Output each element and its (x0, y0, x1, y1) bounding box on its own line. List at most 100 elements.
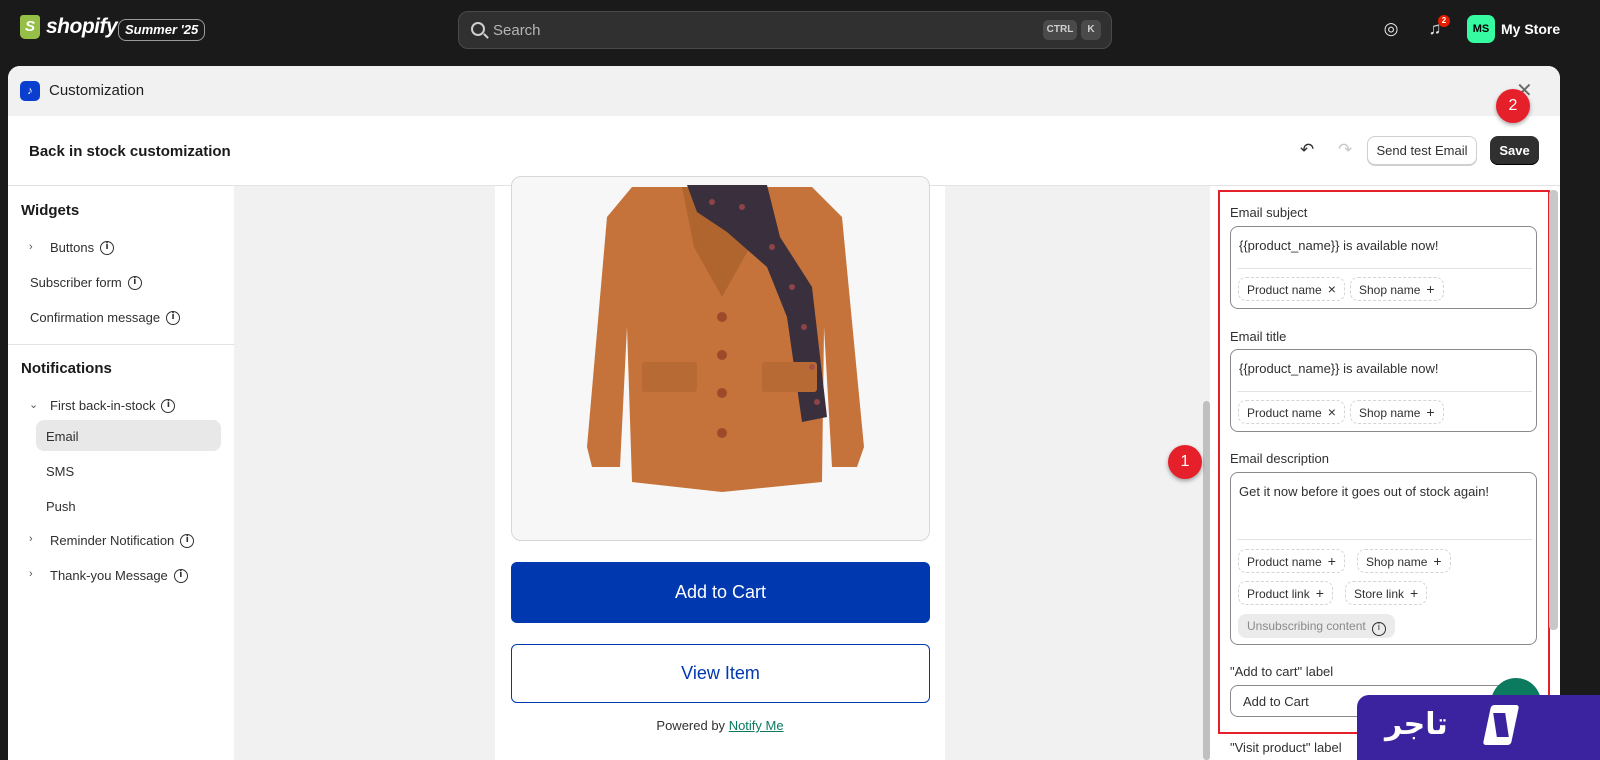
email-description-label: Email description (1230, 451, 1329, 466)
email-description-value: Get it now before it goes out of stock a… (1239, 484, 1490, 499)
sidebar-item-label: Subscriber form (30, 275, 122, 290)
chevron-right-icon: › (29, 533, 33, 545)
notify-me-link[interactable]: Notify Me (729, 718, 784, 733)
search-input[interactable]: Search CTRL K (458, 11, 1112, 49)
email-preview-card: Add to Cart View Item Powered by Notify … (495, 176, 945, 760)
chip-label: Product name (1247, 406, 1322, 420)
watermark-mark-icon (1482, 705, 1520, 745)
field-divider (1237, 391, 1532, 392)
view-item-button[interactable]: View Item (511, 644, 930, 703)
jacket-illustration (587, 185, 864, 492)
powered-by-label: Powered by (656, 718, 726, 733)
modal-title: Customization (49, 82, 145, 99)
plus-icon: + (1433, 553, 1442, 569)
sidebar-item-label: Push (46, 499, 76, 514)
powered-by-text: Powered by Notify Me (495, 718, 945, 733)
sidekick-icon[interactable]: ◎ (1379, 17, 1403, 41)
email-description-field[interactable]: Get it now before it goes out of stock a… (1230, 472, 1537, 645)
info-icon[interactable]: i (180, 533, 195, 548)
chip-label: Product name (1247, 283, 1322, 297)
sidebar-item-subscriber-form[interactable]: Subscriber form i (30, 275, 142, 290)
plus-icon: + (1426, 404, 1435, 420)
chip-product-name[interactable]: Product name × (1238, 277, 1345, 301)
sidebar-item-buttons[interactable]: Buttons i (50, 240, 115, 255)
store-name[interactable]: My Store (1501, 21, 1560, 37)
undo-icon[interactable]: ↶ (1300, 140, 1314, 160)
customization-sidebar: Widgets › Buttons i Subscriber form i Co… (8, 186, 234, 760)
chip-label: Unsubscribing content (1247, 619, 1366, 633)
sidebar-item-label: Email (46, 429, 79, 444)
panel-scrollbar[interactable] (1549, 190, 1558, 630)
info-icon[interactable]: i (127, 275, 142, 290)
sidebar-item-thank-you[interactable]: Thank-you Message i (50, 568, 188, 583)
info-icon[interactable]: i (1371, 622, 1386, 636)
add-to-cart-button[interactable]: Add to Cart (511, 562, 930, 623)
email-subject-field[interactable]: {{product_name}} is available now! Produ… (1230, 226, 1537, 309)
chip-shop-name[interactable]: Shop name + (1357, 549, 1451, 573)
email-preview-area: Add to Cart View Item Powered by Notify … (252, 176, 1178, 760)
preview-scrollbar[interactable] (1203, 401, 1210, 760)
redo-icon[interactable]: ↷ (1338, 140, 1352, 160)
edition-badge[interactable]: Summer '25 (118, 19, 206, 41)
plus-icon: + (1410, 585, 1419, 601)
shortcut-k: K (1081, 20, 1101, 40)
chevron-down-icon: ⌄ (29, 399, 39, 411)
chip-product-name[interactable]: Product name + (1238, 549, 1345, 573)
email-subject-value: {{product_name}} is available now! (1239, 238, 1439, 253)
chevron-right-icon: › (29, 241, 33, 253)
remove-icon[interactable]: × (1328, 281, 1336, 297)
watermark-text: تاجر (1385, 707, 1448, 742)
admin-topbar: shopify Summer '25 Search CTRL K ◎ ♫ 2 M… (0, 0, 1600, 58)
add-to-cart-label-heading: "Add to cart" label (1230, 664, 1334, 679)
sidebar-item-email[interactable]: Email (46, 429, 79, 444)
avatar[interactable]: MS (1467, 15, 1495, 43)
field-divider (1237, 268, 1532, 269)
email-title-value: {{product_name}} is available now! (1239, 361, 1439, 376)
info-icon[interactable]: i (100, 240, 115, 255)
sidebar-divider (8, 344, 234, 345)
email-subject-label: Email subject (1230, 205, 1308, 220)
chip-label: Shop name (1366, 555, 1428, 569)
chip-label: Product link (1247, 587, 1310, 601)
remove-icon[interactable]: × (1328, 404, 1336, 420)
email-title-field[interactable]: {{product_name}} is available now! Produ… (1230, 349, 1537, 432)
modal-header: ♪ Customization ✕ (8, 66, 1560, 116)
field-divider (1237, 539, 1532, 540)
sidebar-item-label: SMS (46, 464, 75, 479)
add-to-cart-label-value: Add to Cart (1243, 694, 1309, 709)
save-button[interactable]: Save (1490, 136, 1539, 165)
sidebar-item-label: First back-in-stock (50, 398, 156, 413)
app-icon: ♪ (20, 81, 40, 101)
email-title-label: Email title (1230, 329, 1287, 344)
sidebar-item-reminder[interactable]: Reminder Notification i (50, 533, 195, 548)
info-icon[interactable]: i (166, 310, 181, 325)
sidebar-item-sms[interactable]: SMS (46, 464, 74, 479)
info-icon[interactable]: i (161, 398, 176, 413)
widgets-heading: Widgets (21, 202, 80, 219)
sidebar-item-push[interactable]: Push (46, 499, 76, 514)
annotation-marker-1: 1 (1168, 445, 1202, 479)
chip-label: Store link (1354, 587, 1405, 601)
chip-store-link[interactable]: Store link + (1345, 581, 1428, 605)
sidebar-item-label: Reminder Notification (50, 533, 175, 548)
shopify-bag-icon (20, 15, 40, 39)
chip-unsubscribing-content: Unsubscribing content i (1238, 614, 1395, 638)
chip-product-name[interactable]: Product name × (1238, 400, 1345, 424)
sidebar-item-confirmation-message[interactable]: Confirmation message i (30, 310, 181, 325)
plus-icon: + (1315, 585, 1324, 601)
plus-icon: + (1327, 553, 1336, 569)
send-test-email-button[interactable]: Send test Email (1367, 136, 1477, 165)
shopify-logo[interactable]: shopify (20, 15, 118, 39)
info-icon[interactable]: i (173, 568, 188, 583)
logo-text: shopify (46, 15, 118, 38)
visit-product-label-heading: "Visit product" label (1230, 740, 1342, 755)
sidebar-item-label: Buttons (50, 240, 95, 255)
plus-icon: + (1426, 281, 1435, 297)
shortcut-ctrl: CTRL (1043, 20, 1077, 40)
chip-shop-name[interactable]: Shop name + (1350, 400, 1444, 424)
watermark-logo: تاجر (1357, 695, 1600, 760)
notifications-heading: Notifications (21, 360, 112, 377)
sidebar-item-first-back-in-stock[interactable]: First back-in-stock i (50, 398, 176, 413)
chip-shop-name[interactable]: Shop name + (1350, 277, 1444, 301)
chip-product-link[interactable]: Product link + (1238, 581, 1333, 605)
